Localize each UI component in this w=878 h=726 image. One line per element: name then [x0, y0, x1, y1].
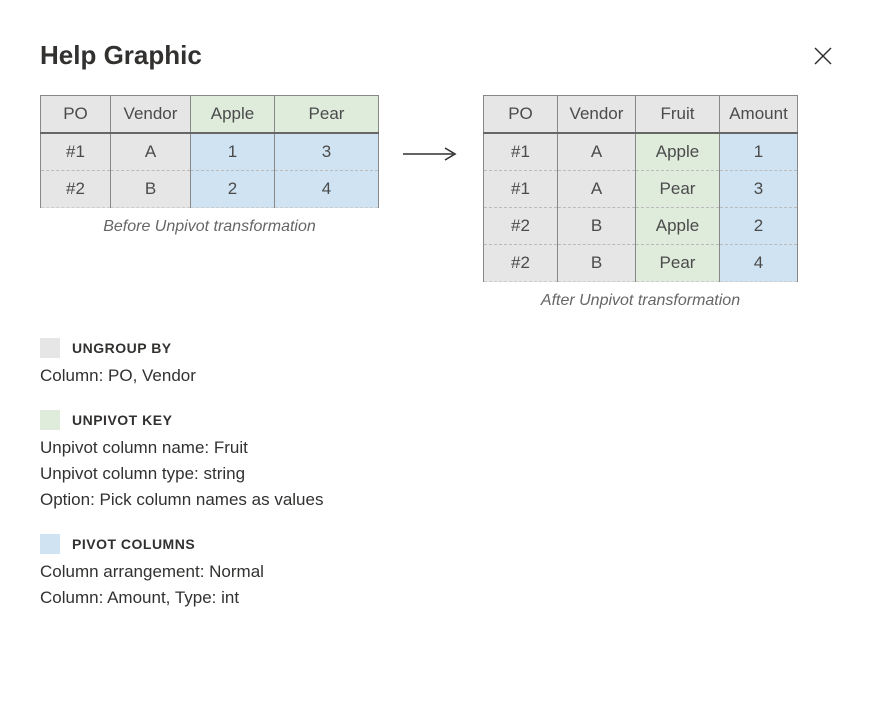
- before-cell: B: [111, 171, 191, 208]
- legend-line: Unpivot column type: string: [40, 464, 838, 484]
- after-cell: A: [558, 171, 636, 208]
- legend-line: Column: Amount, Type: int: [40, 588, 838, 608]
- after-cell: Apple: [636, 133, 720, 171]
- before-row: #2B24: [41, 171, 379, 208]
- arrow-right-icon: [399, 145, 463, 168]
- after-cell: 1: [720, 133, 798, 171]
- legend-line: Column arrangement: Normal: [40, 562, 838, 582]
- after-header-cell: PO: [484, 96, 558, 134]
- before-cell: 1: [191, 133, 275, 171]
- before-header-row: POVendorApplePear: [41, 96, 379, 134]
- legend-title: UNGROUP BY: [72, 340, 172, 356]
- before-table: POVendorApplePear #1A13#2B24: [40, 95, 379, 208]
- page-title: Help Graphic: [40, 40, 202, 71]
- before-cell: #1: [41, 133, 111, 171]
- legend-swatch: [40, 410, 60, 430]
- after-caption: After Unpivot transformation: [541, 292, 740, 310]
- legend-line: Column: PO, Vendor: [40, 366, 838, 386]
- after-cell: #2: [484, 208, 558, 245]
- legend-swatch: [40, 534, 60, 554]
- after-row: #2BPear4: [484, 245, 798, 282]
- legend-head: UNGROUP BY: [40, 338, 838, 358]
- after-row: #1AApple1: [484, 133, 798, 171]
- legend-title: PIVOT COLUMNS: [72, 536, 195, 552]
- after-cell: Pear: [636, 245, 720, 282]
- after-cell: A: [558, 133, 636, 171]
- before-body: #1A13#2B24: [41, 133, 379, 208]
- after-header-cell: Vendor: [558, 96, 636, 134]
- after-cell: Apple: [636, 208, 720, 245]
- after-cell: #2: [484, 245, 558, 282]
- after-cell: #1: [484, 133, 558, 171]
- after-row: #2BApple2: [484, 208, 798, 245]
- legend-line: Option: Pick column names as values: [40, 490, 838, 510]
- after-header-row: POVendorFruitAmount: [484, 96, 798, 134]
- after-row: #1APear3: [484, 171, 798, 208]
- after-table: POVendorFruitAmount #1AApple1#1APear3#2B…: [483, 95, 798, 282]
- legend-title: UNPIVOT KEY: [72, 412, 172, 428]
- after-cell: #1: [484, 171, 558, 208]
- before-header-cell: Vendor: [111, 96, 191, 134]
- after-header-cell: Amount: [720, 96, 798, 134]
- before-cell: #2: [41, 171, 111, 208]
- legend-group: UNGROUP BY Column: PO, Vendor: [40, 338, 838, 386]
- before-cell: 3: [275, 133, 379, 171]
- before-header-cell: Pear: [275, 96, 379, 134]
- before-row: #1A13: [41, 133, 379, 171]
- after-cell: B: [558, 245, 636, 282]
- legend: UNGROUP BYColumn: PO, VendorUNPIVOT KEYU…: [40, 338, 838, 608]
- legend-group: UNPIVOT KEY Unpivot column name: Fruit Unp…: [40, 410, 838, 510]
- legend-swatch: [40, 338, 60, 358]
- after-cell: 3: [720, 171, 798, 208]
- legend-head: PIVOT COLUMNS: [40, 534, 838, 554]
- after-cell: Pear: [636, 171, 720, 208]
- before-header-cell: Apple: [191, 96, 275, 134]
- legend-line: Unpivot column name: Fruit: [40, 438, 838, 458]
- after-cell: B: [558, 208, 636, 245]
- after-body: #1AApple1#1APear3#2BApple2#2BPear4: [484, 133, 798, 282]
- before-cell: A: [111, 133, 191, 171]
- legend-group: PIVOT COLUMNS Column arrangement: Normal C…: [40, 534, 838, 608]
- legend-head: UNPIVOT KEY: [40, 410, 838, 430]
- after-header-cell: Fruit: [636, 96, 720, 134]
- before-caption: Before Unpivot transformation: [103, 218, 316, 236]
- before-cell: 2: [191, 171, 275, 208]
- before-header-cell: PO: [41, 96, 111, 134]
- after-cell: 2: [720, 208, 798, 245]
- close-icon[interactable]: [808, 41, 838, 71]
- after-cell: 4: [720, 245, 798, 282]
- before-cell: 4: [275, 171, 379, 208]
